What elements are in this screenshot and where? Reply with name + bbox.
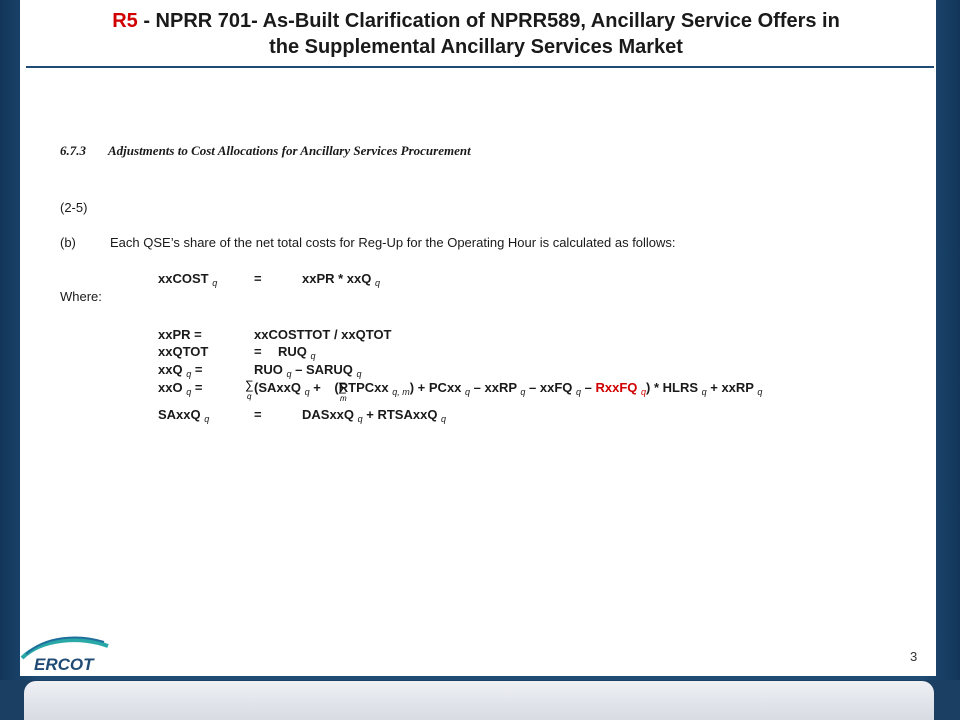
paragraph-b-label: (b) — [60, 235, 76, 250]
formula-xxcost: xxCOST q = xxPR * xxQ q — [158, 271, 381, 288]
section-number: 6.7.3 — [60, 143, 86, 158]
ercot-logo: ERCOT — [20, 636, 109, 674]
title-divider — [26, 66, 934, 68]
section-heading: 6.7.3 Adjustments to Cost Allocations for… — [60, 143, 471, 159]
sigma-subscript-m: m — [340, 394, 347, 403]
slide: R5 - NPRR 701- As-Built Clarification of… — [20, 0, 936, 676]
paragraph-ref: (2-5) — [60, 200, 88, 215]
footer-bar — [24, 681, 934, 720]
sigma-symbol: ∑ — [245, 378, 254, 392]
logo-text: ERCOT — [34, 655, 95, 674]
title-line-2: the Supplemental Ancillary Services Mark… — [269, 36, 683, 58]
paragraph-b-text: Each QSE’s share of the net total costs … — [110, 235, 676, 250]
sigma-symbol: ∑ — [338, 380, 347, 394]
formula-xxqtot: xxQTOT = RUQ q — [158, 344, 316, 361]
slide-title: R5 - NPRR 701- As-Built Clarification of… — [24, 8, 928, 60]
formula-saxxq: SAxxQ q = DASxxQ q + RTSAxxQ q — [158, 407, 447, 424]
title-tag: R5 — [112, 10, 138, 32]
formula-xxpr: xxPR = xxCOSTTOT / xxQTOT — [158, 327, 392, 342]
formula-xxq: xxQ q = RUO q – SARUQ q — [158, 362, 362, 379]
page-number: 3 — [910, 649, 918, 664]
section-title: Adjustments to Cost Allocations for Anci… — [108, 143, 471, 158]
paragraph-b: (b) Each QSE’s share of the net total cos… — [60, 235, 676, 250]
title-line-1: - NPRR 701- As-Built Clarification of NP… — [137, 10, 840, 32]
where-label: Where: — [60, 289, 102, 304]
sigma-subscript-q: q — [247, 392, 252, 401]
